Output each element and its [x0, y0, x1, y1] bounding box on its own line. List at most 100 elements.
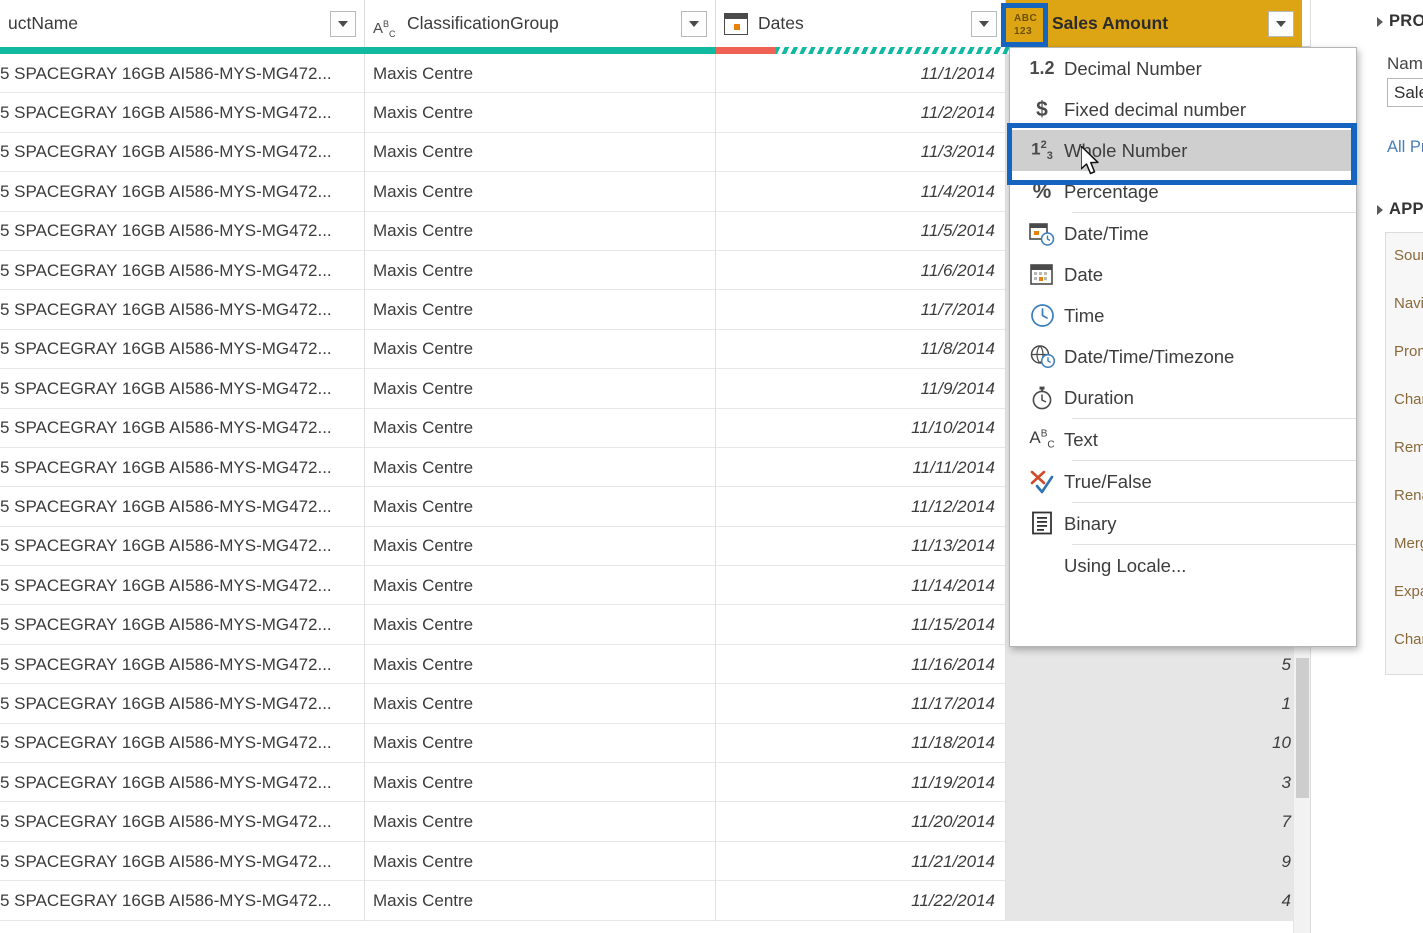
cell-dates[interactable]: 11/18/2014	[716, 723, 1006, 764]
menu-item-decimal-number[interactable]: 1.2 Decimal Number	[1010, 48, 1356, 89]
cell-classificationgroup[interactable]: Maxis Centre	[365, 211, 716, 251]
cell-productname[interactable]: 5 SPACEGRAY 16GB AI586-MYS-MG472...	[0, 684, 365, 724]
name-field-input[interactable]: Sales Amount	[1387, 78, 1423, 107]
table-row[interactable]: 5 SPACEGRAY 16GB AI586-MYS-MG472... Maxis…	[0, 841, 1310, 882]
cell-classificationgroup[interactable]: Maxis Centre	[365, 566, 716, 606]
menu-item-using-locale[interactable]: Using Locale...	[1010, 545, 1356, 586]
cell-classificationgroup[interactable]: Maxis Centre	[365, 447, 716, 488]
cell-dates[interactable]: 11/15/2014	[716, 605, 1006, 645]
cell-productname[interactable]: 5 SPACEGRAY 16GB AI586-MYS-MG472...	[0, 447, 365, 488]
cell-dates[interactable]: 11/17/2014	[716, 684, 1006, 724]
cell-classificationgroup[interactable]: Maxis Centre	[365, 369, 716, 409]
applied-step-item[interactable]: Expanded Table	[1394, 583, 1423, 600]
applied-step-item[interactable]: Removed Columns	[1394, 439, 1423, 456]
applied-step-item[interactable]: Changed Type1	[1394, 631, 1423, 648]
cell-productname[interactable]: 5 SPACEGRAY 16GB AI586-MYS-MG472...	[0, 54, 365, 94]
cell-classificationgroup[interactable]: Maxis Centre	[365, 487, 716, 527]
table-row[interactable]: 5 SPACEGRAY 16GB AI586-MYS-MG472... Maxis…	[0, 723, 1310, 764]
cell-sales-amount[interactable]: 3	[1006, 763, 1302, 803]
table-row[interactable]: 5 SPACEGRAY 16GB AI586-MYS-MG472... Maxis…	[0, 644, 1310, 685]
cell-productname[interactable]: 5 SPACEGRAY 16GB AI586-MYS-MG472...	[0, 408, 365, 448]
cell-sales-amount[interactable]: 4	[1006, 881, 1302, 921]
all-properties-link[interactable]: All Properties	[1387, 138, 1423, 157]
column-filter-button-productname[interactable]	[330, 10, 356, 37]
cell-dates[interactable]: 11/9/2014	[716, 369, 1006, 409]
cell-sales-amount[interactable]: 10	[1006, 723, 1302, 764]
cell-dates[interactable]: 11/21/2014	[716, 841, 1006, 882]
cell-classificationgroup[interactable]: Maxis Centre	[365, 841, 716, 882]
cell-productname[interactable]: 5 SPACEGRAY 16GB AI586-MYS-MG472...	[0, 250, 365, 291]
column-filter-button-dates[interactable]	[971, 10, 997, 37]
cell-productname[interactable]: 5 SPACEGRAY 16GB AI586-MYS-MG472...	[0, 644, 365, 685]
cell-dates[interactable]: 11/12/2014	[716, 487, 1006, 527]
menu-item-time[interactable]: Time	[1010, 295, 1356, 336]
applied-step-item[interactable]: Source	[1394, 247, 1423, 264]
cell-dates[interactable]: 11/19/2014	[716, 763, 1006, 803]
cell-productname[interactable]: 5 SPACEGRAY 16GB AI586-MYS-MG472...	[0, 329, 365, 370]
cell-dates[interactable]: 11/6/2014	[716, 250, 1006, 291]
cell-classificationgroup[interactable]: Maxis Centre	[365, 605, 716, 645]
table-row[interactable]: 5 SPACEGRAY 16GB AI586-MYS-MG472... Maxis…	[0, 881, 1310, 921]
cell-classificationgroup[interactable]: Maxis Centre	[365, 250, 716, 291]
cell-classificationgroup[interactable]: Maxis Centre	[365, 802, 716, 842]
cell-classificationgroup[interactable]: Maxis Centre	[365, 644, 716, 685]
applied-step-item[interactable]: Merged Queries	[1394, 535, 1423, 552]
cell-productname[interactable]: 5 SPACEGRAY 16GB AI586-MYS-MG472...	[0, 802, 365, 842]
cell-classificationgroup[interactable]: Maxis Centre	[365, 132, 716, 173]
cell-productname[interactable]: 5 SPACEGRAY 16GB AI586-MYS-MG472...	[0, 723, 365, 764]
cell-productname[interactable]: 5 SPACEGRAY 16GB AI586-MYS-MG472...	[0, 93, 365, 133]
cell-dates[interactable]: 11/13/2014	[716, 526, 1006, 567]
applied-step-item[interactable]: Changed Type	[1394, 391, 1423, 408]
cell-productname[interactable]: 5 SPACEGRAY 16GB AI586-MYS-MG472...	[0, 763, 365, 803]
cell-productname[interactable]: 5 SPACEGRAY 16GB AI586-MYS-MG472...	[0, 172, 365, 212]
cell-dates[interactable]: 11/7/2014	[716, 290, 1006, 330]
cell-dates[interactable]: 11/20/2014	[716, 802, 1006, 842]
cell-sales-amount[interactable]: 5	[1006, 644, 1302, 685]
cell-dates[interactable]: 11/14/2014	[716, 566, 1006, 606]
cell-productname[interactable]: 5 SPACEGRAY 16GB AI586-MYS-MG472...	[0, 881, 365, 921]
menu-item-whole-number[interactable]: 123 Whole Number	[1010, 130, 1356, 171]
menu-item-date-time-timezone[interactable]: Date/Time/Timezone	[1010, 336, 1356, 377]
column-filter-button-sales-amount[interactable]	[1268, 10, 1294, 37]
cell-productname[interactable]: 5 SPACEGRAY 16GB AI586-MYS-MG472...	[0, 290, 365, 330]
column-header-dates[interactable]: Dates	[716, 0, 1006, 47]
table-row[interactable]: 5 SPACEGRAY 16GB AI586-MYS-MG472... Maxis…	[0, 684, 1310, 724]
column-header-classificationgroup[interactable]: ABC ClassificationGroup	[365, 0, 716, 47]
cell-classificationgroup[interactable]: Maxis Centre	[365, 526, 716, 567]
cell-dates[interactable]: 11/3/2014	[716, 132, 1006, 173]
applied-steps-section-header[interactable]: APPLIED STEPS	[1377, 200, 1423, 219]
cell-productname[interactable]: 5 SPACEGRAY 16GB AI586-MYS-MG472...	[0, 132, 365, 173]
data-type-dropdown-menu[interactable]: 1.2 Decimal Number $ Fixed decimal number 12…	[1009, 47, 1357, 647]
cell-dates[interactable]: 11/2/2014	[716, 93, 1006, 133]
table-row[interactable]: 5 SPACEGRAY 16GB AI586-MYS-MG472... Maxis…	[0, 802, 1310, 842]
cell-dates[interactable]: 11/11/2014	[716, 447, 1006, 488]
cell-classificationgroup[interactable]: Maxis Centre	[365, 172, 716, 212]
cell-classificationgroup[interactable]: Maxis Centre	[365, 763, 716, 803]
cell-dates[interactable]: 11/16/2014	[716, 644, 1006, 685]
applied-step-item[interactable]: Renamed Columns	[1394, 487, 1423, 504]
menu-item-true-false[interactable]: True/False	[1010, 461, 1356, 502]
menu-item-fixed-decimal-number[interactable]: $ Fixed decimal number	[1010, 89, 1356, 130]
cell-productname[interactable]: 5 SPACEGRAY 16GB AI586-MYS-MG472...	[0, 566, 365, 606]
menu-item-date[interactable]: Date	[1010, 254, 1356, 295]
cell-productname[interactable]: 5 SPACEGRAY 16GB AI586-MYS-MG472...	[0, 841, 365, 882]
cell-productname[interactable]: 5 SPACEGRAY 16GB AI586-MYS-MG472...	[0, 487, 365, 527]
cell-classificationgroup[interactable]: Maxis Centre	[365, 684, 716, 724]
cell-dates[interactable]: 11/4/2014	[716, 172, 1006, 212]
cell-sales-amount[interactable]: 9	[1006, 841, 1302, 882]
column-header-sales-amount[interactable]: ABC 123 Sales Amount	[1006, 0, 1302, 47]
cell-classificationgroup[interactable]: Maxis Centre	[365, 329, 716, 370]
menu-item-duration[interactable]: Duration	[1010, 377, 1356, 418]
cell-classificationgroup[interactable]: Maxis Centre	[365, 290, 716, 330]
cell-productname[interactable]: 5 SPACEGRAY 16GB AI586-MYS-MG472...	[0, 211, 365, 251]
table-row[interactable]: 5 SPACEGRAY 16GB AI586-MYS-MG472... Maxis…	[0, 763, 1310, 803]
applied-step-item[interactable]: Navigation	[1394, 295, 1423, 312]
menu-item-date-time[interactable]: Date/Time	[1010, 213, 1356, 254]
cell-dates[interactable]: 11/5/2014	[716, 211, 1006, 251]
abc-123-icon[interactable]: ABC 123	[1014, 11, 1048, 37]
column-filter-button-classificationgroup[interactable]	[681, 10, 707, 37]
menu-item-binary[interactable]: Binary	[1010, 503, 1356, 544]
cell-productname[interactable]: 5 SPACEGRAY 16GB AI586-MYS-MG472...	[0, 605, 365, 645]
cell-dates[interactable]: 11/8/2014	[716, 329, 1006, 370]
properties-section-header[interactable]: PROPERTIES	[1377, 12, 1423, 31]
